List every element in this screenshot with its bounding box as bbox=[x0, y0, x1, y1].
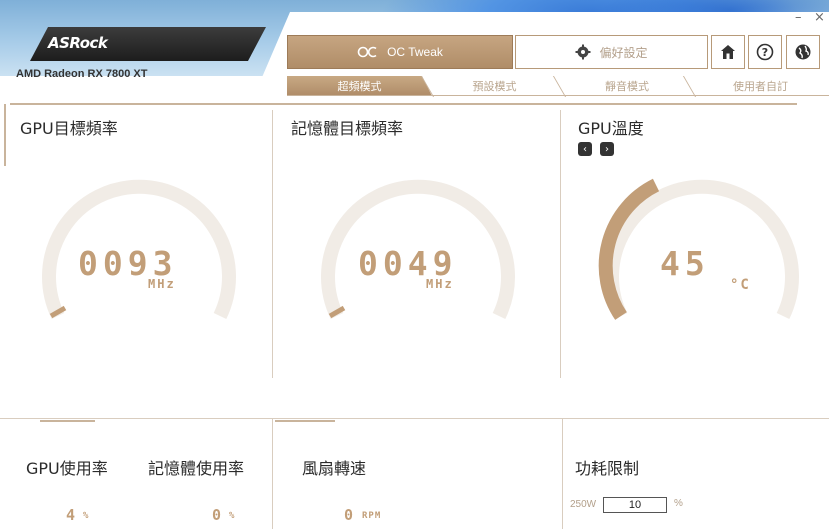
globe-icon bbox=[795, 44, 811, 60]
language-button[interactable] bbox=[786, 35, 820, 69]
help-button[interactable]: ? bbox=[748, 35, 782, 69]
gpu-clock-title: GPU目標頻率 bbox=[20, 119, 118, 138]
bottom-rule bbox=[0, 418, 829, 419]
bottom-divider-1 bbox=[272, 418, 273, 529]
mem-usage-title: 記憶體使用率 bbox=[148, 459, 245, 478]
gpu-clock-unit: MHz bbox=[148, 277, 176, 291]
top-rule bbox=[10, 103, 797, 105]
gpu-usage-title: GPU使用率 bbox=[26, 459, 108, 478]
next-sensor-button[interactable]: › bbox=[600, 142, 614, 156]
power-limit-unit: % bbox=[674, 498, 683, 509]
mem-usage-unit: % bbox=[229, 511, 236, 521]
mode-user-custom[interactable]: 使用者自訂 bbox=[692, 76, 829, 96]
gpu-temp-value: 45 bbox=[660, 244, 710, 283]
oc-logo-icon bbox=[357, 46, 377, 58]
mode-overclock[interactable]: 超頻模式 bbox=[287, 76, 432, 96]
mem-clock-title: 記憶體目標頻率 bbox=[291, 119, 404, 138]
fan-speed-value: 0 bbox=[344, 506, 354, 524]
minimize-button[interactable]: – bbox=[795, 10, 802, 25]
gpu-usage-value: 4 bbox=[66, 506, 76, 524]
mem-clock-unit: MHz bbox=[426, 277, 454, 291]
tab-preferences[interactable]: 偏好設定 bbox=[515, 35, 708, 69]
tab-oc-tweak-label: OC Tweak bbox=[387, 45, 443, 59]
prev-sensor-button[interactable]: ‹ bbox=[578, 142, 592, 156]
power-limit-input[interactable] bbox=[603, 497, 667, 513]
home-icon bbox=[721, 45, 735, 59]
svg-text:?: ? bbox=[762, 46, 768, 59]
gpu-model-label: AMD Radeon RX 7800 XT bbox=[16, 68, 148, 80]
tab-oc-tweak[interactable]: OC Tweak bbox=[287, 35, 513, 69]
help-icon: ? bbox=[756, 43, 774, 61]
gear-icon bbox=[575, 44, 591, 60]
left-rule bbox=[4, 104, 6, 166]
mem-usage-value: 0 bbox=[212, 506, 222, 524]
home-button[interactable] bbox=[711, 35, 745, 69]
power-limit-prefix: 250W bbox=[570, 499, 597, 510]
close-button[interactable]: × bbox=[814, 10, 825, 25]
bottom-divider-2 bbox=[562, 418, 563, 529]
panel-divider-2 bbox=[560, 110, 561, 378]
brand-logo: ASRock bbox=[48, 34, 108, 52]
power-limit-title: 功耗限制 bbox=[575, 459, 640, 478]
mode-default[interactable]: 預設模式 bbox=[427, 76, 562, 96]
mode-silent[interactable]: 靜音模式 bbox=[562, 76, 692, 96]
fan-speed-title: 風扇轉速 bbox=[302, 459, 367, 478]
fan-speed-unit: RPM bbox=[362, 511, 382, 521]
bottom-accent-2 bbox=[275, 420, 335, 422]
gpu-usage-unit: % bbox=[83, 511, 90, 521]
bottom-accent-1 bbox=[40, 420, 95, 422]
panel-divider-1 bbox=[272, 110, 273, 378]
mode-bar: 超頻模式 預設模式 靜音模式 使用者自訂 bbox=[287, 76, 829, 97]
gpu-temp-unit: °C bbox=[730, 277, 751, 293]
tab-preferences-label: 偏好設定 bbox=[599, 45, 648, 60]
gpu-temp-title: GPU溫度 bbox=[578, 119, 644, 138]
